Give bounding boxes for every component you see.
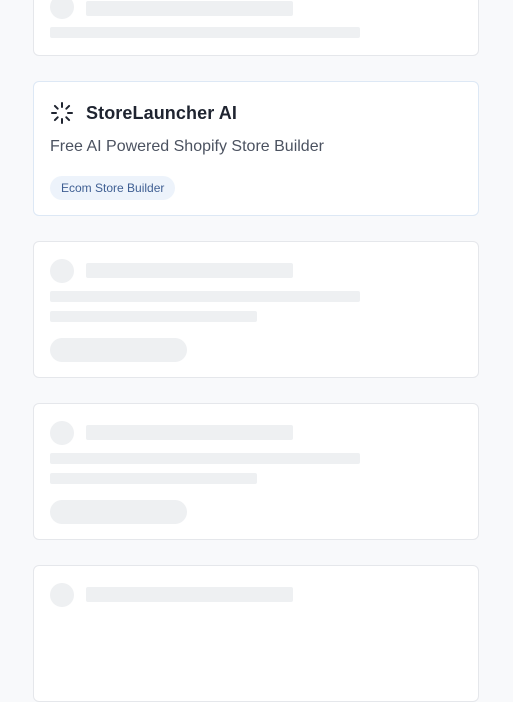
tool-description: Free AI Powered Shopify Store Builder xyxy=(50,138,324,155)
skeleton-tag xyxy=(50,338,187,362)
skeleton-avatar xyxy=(50,0,74,19)
skeleton-title xyxy=(86,587,293,602)
tool-name[interactable]: StoreLauncher AI xyxy=(86,101,237,125)
skeleton-line xyxy=(50,27,360,38)
skeleton-line xyxy=(50,453,360,464)
skeleton-card xyxy=(33,0,479,56)
skeleton-title xyxy=(86,425,293,440)
spinner-sparkle-icon xyxy=(50,101,74,125)
skeleton-avatar xyxy=(50,421,74,445)
skeleton-line xyxy=(50,311,257,322)
skeleton-card xyxy=(33,403,479,540)
skeleton-avatar xyxy=(50,259,74,283)
skeleton-tag xyxy=(50,500,187,524)
tool-card-storelauncher[interactable]: StoreLauncher AI Free AI Powered Shopify… xyxy=(33,81,479,216)
skeleton-card xyxy=(33,241,479,378)
skeleton-title xyxy=(86,1,293,16)
skeleton-avatar xyxy=(50,583,74,607)
skeleton-title xyxy=(86,263,293,278)
skeleton-line xyxy=(50,291,360,302)
category-tag[interactable]: Ecom Store Builder xyxy=(50,176,176,200)
skeleton-line xyxy=(50,473,257,484)
